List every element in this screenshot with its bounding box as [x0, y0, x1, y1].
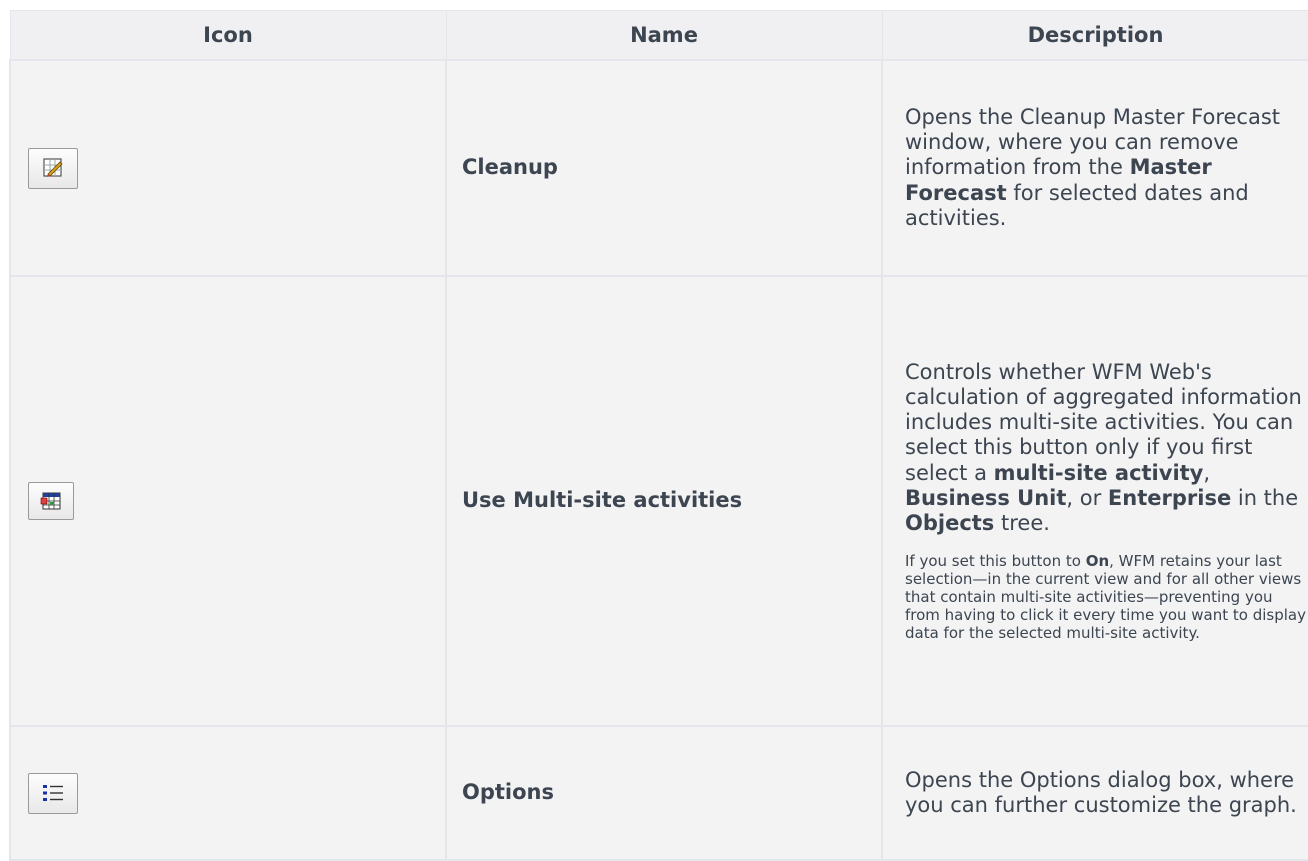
header-name: Name — [445, 10, 883, 61]
cleanup-button[interactable] — [28, 147, 78, 189]
icon-cell — [9, 275, 447, 727]
multi-site-activities-button[interactable] — [28, 482, 74, 520]
table-row: Use Multi-site activities Controls wheth… — [9, 275, 1308, 727]
name-cell: Cleanup — [445, 59, 883, 277]
options-button[interactable] — [28, 772, 78, 814]
table-row: Options Opens the Options dialog box, wh… — [9, 725, 1308, 861]
description-text: Opens the Cleanup Master Forecast window… — [905, 105, 1281, 230]
header-icon: Icon — [9, 10, 447, 61]
icon-cell — [9, 59, 447, 277]
options-list-icon — [43, 785, 63, 801]
name-cell: Options — [445, 725, 883, 861]
description-cell: Opens the Cleanup Master Forecast window… — [881, 59, 1308, 277]
table-row: Cleanup Opens the Cleanup Master Forecas… — [9, 59, 1308, 277]
description-cell: Controls whether WFM Web's calculation o… — [881, 275, 1308, 727]
multi-site-activities-icon — [40, 492, 61, 510]
description-note: If you set this button to On, WFM retain… — [905, 552, 1306, 643]
toolbar-buttons-table: Icon Name Description Cleanup Opens the … — [9, 10, 1308, 861]
description-cell: Opens the Options dialog box, where you … — [881, 725, 1308, 861]
name-cell: Use Multi-site activities — [445, 275, 883, 727]
description-text: Opens the Options dialog box, where you … — [905, 767, 1297, 817]
icon-cell — [9, 725, 447, 861]
description-text: Controls whether WFM Web's calculation o… — [905, 359, 1302, 535]
header-description: Description — [881, 10, 1308, 61]
cleanup-icon — [43, 158, 63, 177]
table-header-row: Icon Name Description — [9, 10, 1308, 61]
